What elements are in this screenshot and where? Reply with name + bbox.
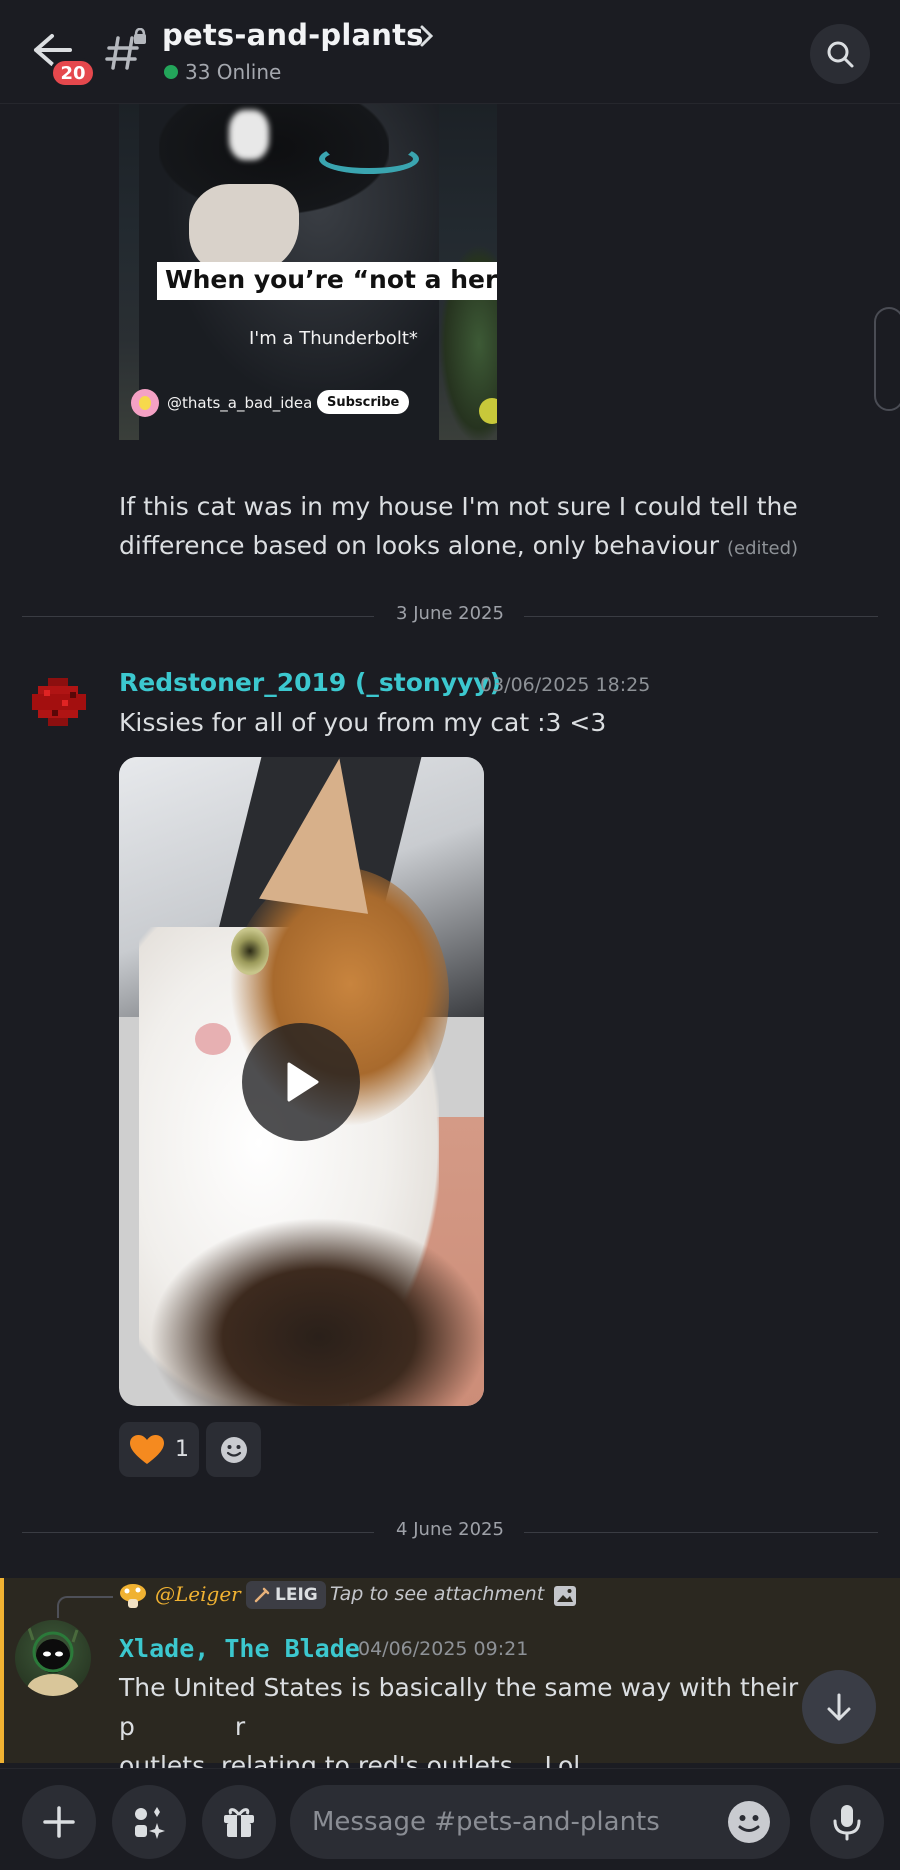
gift-icon xyxy=(224,1808,254,1837)
reply-connector xyxy=(57,1596,113,1618)
username[interactable]: Xlade, The Blade xyxy=(119,1634,360,1663)
voice-message-button[interactable] xyxy=(810,1785,884,1859)
chevron-right-icon[interactable] xyxy=(418,22,436,50)
online-count: 33 Online xyxy=(185,60,282,84)
timestamp: 03/06/2025 18:25 xyxy=(480,674,651,696)
play-button[interactable] xyxy=(242,1023,360,1141)
play-icon xyxy=(287,1062,319,1102)
date-divider: 4 June 2025 xyxy=(22,1519,878,1545)
add-attachment-button[interactable] xyxy=(22,1785,96,1859)
online-status-dot xyxy=(164,65,178,79)
embed-caption: When you’re “not a hero” xyxy=(157,262,497,300)
subscribe-button[interactable]: Subscribe xyxy=(317,390,410,414)
embed-sub-caption: I'm a Thunderbolt* xyxy=(249,328,418,349)
private-channel-hash-icon xyxy=(105,28,146,70)
jump-to-bottom-button[interactable] xyxy=(802,1670,876,1744)
search-button[interactable] xyxy=(810,24,870,84)
embed-video-thumbnail[interactable]: When you’re “not a hero” I'm a Thunderbo… xyxy=(119,104,497,440)
channel-name[interactable]: pets-and-plants xyxy=(162,18,424,52)
microphone-icon xyxy=(833,1805,861,1841)
guild-tag: LEIG xyxy=(246,1581,326,1609)
channel-handle: @thats_a_bad_idea xyxy=(167,394,313,412)
reply-username[interactable]: @Leiger xyxy=(155,1582,241,1606)
search-icon xyxy=(827,41,854,68)
smiley-icon xyxy=(729,1802,769,1842)
add-reaction-button[interactable] xyxy=(206,1422,261,1477)
message-input-container xyxy=(290,1785,790,1859)
gift-button[interactable] xyxy=(202,1785,276,1859)
username[interactable]: Redstoner_2019 (_stonyyy) xyxy=(119,668,501,697)
timestamp: 04/06/2025 09:21 xyxy=(358,1638,529,1660)
apps-button[interactable] xyxy=(112,1785,186,1859)
sword-icon xyxy=(254,1587,270,1603)
reply-avatar-mushroom xyxy=(120,1584,146,1608)
message-text: Kissies for all of you from my cat :3 <3 xyxy=(119,708,607,737)
user-avatar-redstone[interactable] xyxy=(28,672,90,734)
user-avatar-xlade[interactable] xyxy=(15,1620,91,1696)
emoji-button[interactable] xyxy=(728,1801,770,1843)
apps-sparkle-icon xyxy=(135,1807,165,1839)
unread-badge: 20 xyxy=(50,58,96,88)
channel-header: 20 pets-and-plants 33 Online xyxy=(0,0,900,104)
plus-icon xyxy=(43,1806,75,1838)
reaction-orange-heart[interactable]: 1 xyxy=(119,1422,199,1477)
edited-label: (edited) xyxy=(726,538,799,559)
video-attachment[interactable] xyxy=(119,757,484,1406)
reply-preview[interactable]: Tap to see attachment xyxy=(330,1583,544,1605)
arrow-down-icon xyxy=(827,1693,851,1721)
scroll-handle[interactable] xyxy=(874,307,900,411)
composer-bar xyxy=(0,1768,900,1870)
channel-avatar xyxy=(131,389,159,417)
add-emoji-icon xyxy=(220,1436,247,1463)
date-divider: 3 June 2025 xyxy=(22,603,878,629)
orange-heart-icon xyxy=(130,1434,164,1464)
message-text: If this cat was in my house I'm not sure… xyxy=(119,492,799,560)
message-input[interactable] xyxy=(312,1785,692,1859)
reaction-count: 1 xyxy=(175,1437,189,1462)
image-icon xyxy=(554,1586,576,1606)
